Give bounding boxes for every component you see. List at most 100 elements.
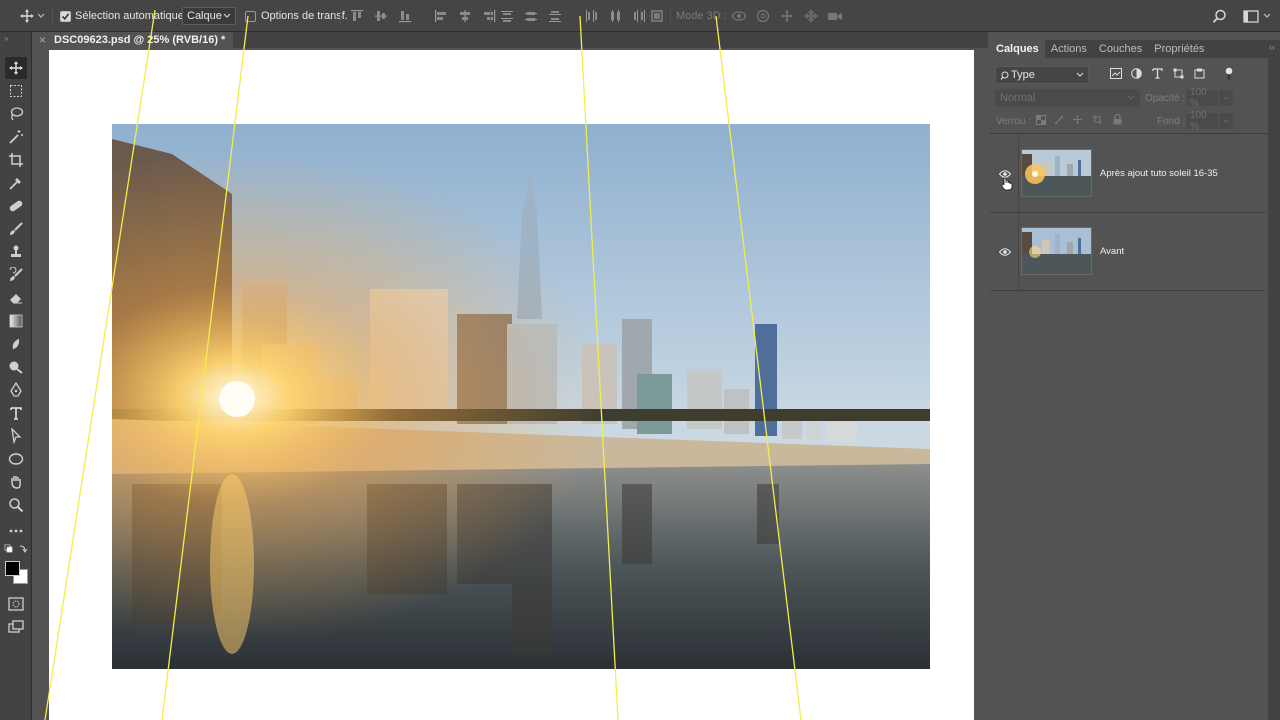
fill-field[interactable]: 100 %	[1186, 110, 1218, 132]
tool-eyedropper[interactable]	[5, 172, 27, 194]
tool-healing-brush[interactable]	[5, 195, 27, 217]
document-photo[interactable]	[112, 124, 930, 669]
tool-zoom[interactable]	[5, 494, 27, 516]
distribute-top-icon[interactable]	[498, 7, 516, 25]
lock-all-icon[interactable]	[1113, 113, 1122, 128]
lock-position-icon[interactable]	[1072, 114, 1083, 128]
align-right-icon[interactable]	[480, 7, 498, 25]
layer-name[interactable]: Avant	[1100, 246, 1124, 257]
transform-controls-checkbox[interactable]: Options de transf.	[245, 0, 348, 32]
eye-icon[interactable]	[998, 245, 1012, 259]
slide-3d-icon[interactable]	[802, 7, 820, 25]
opacity-label: Opacité :	[1145, 92, 1186, 104]
tool-type[interactable]	[5, 402, 27, 424]
canvas-area[interactable]	[33, 48, 988, 720]
lasso-icon	[10, 107, 24, 121]
tool-history-brush[interactable]	[5, 264, 27, 286]
filter-smart-object-icon[interactable]	[1194, 68, 1205, 82]
align-bottom-icon[interactable]	[396, 7, 414, 25]
lock-transparency-icon[interactable]	[1036, 114, 1046, 128]
auto-select-target-dropdown[interactable]: Calque	[182, 0, 236, 32]
filter-pixel-icon[interactable]	[1110, 68, 1122, 82]
lock-label: Verrou :	[996, 115, 1032, 127]
chevron-down-icon	[223, 13, 231, 18]
tool-gradient[interactable]	[5, 310, 27, 332]
blend-mode-dropdown[interactable]: Normal	[995, 89, 1140, 107]
document-tab[interactable]: × DSC09623.psd @ 25% (RVB/16) *	[33, 32, 233, 48]
opacity-field[interactable]: 100 %	[1186, 87, 1218, 109]
video-camera-icon[interactable]	[826, 7, 844, 25]
tool-dodge[interactable]	[5, 356, 27, 378]
tool-blur[interactable]	[5, 333, 27, 355]
distribute-buttons	[498, 0, 648, 32]
document-tab-bar: × DSC09623.psd @ 25% (RVB/16) *	[33, 32, 988, 48]
align-buttons	[348, 0, 498, 32]
close-tab-button[interactable]: ×	[39, 33, 46, 47]
roll-3d-icon[interactable]	[754, 7, 772, 25]
tool-crop[interactable]	[5, 149, 27, 171]
layer-filter-dropdown[interactable]: Type	[995, 66, 1089, 84]
toolbar-grip[interactable]: »	[4, 34, 28, 43]
orbit-3d-icon[interactable]	[730, 7, 748, 25]
tool-path-selection[interactable]	[5, 425, 27, 447]
layer-thumbnail[interactable]	[1021, 149, 1092, 197]
filter-type-icon[interactable]	[1152, 68, 1163, 82]
panel-divider	[990, 133, 1268, 134]
distribute-hcenter-icon[interactable]	[606, 7, 624, 25]
filter-shape-icon[interactable]	[1173, 68, 1184, 82]
mode-3d-tools	[730, 0, 844, 32]
distribute-left-icon[interactable]	[582, 7, 600, 25]
tab-proprietes[interactable]: Propriétés	[1148, 40, 1210, 58]
tool-brush[interactable]	[5, 218, 27, 240]
tool-quick-mask[interactable]	[5, 593, 27, 615]
panel-collapse-strip[interactable]: ‹‹	[1268, 40, 1280, 720]
color-swatches[interactable]	[4, 560, 30, 586]
eyedropper-icon	[9, 178, 21, 190]
tool-hand[interactable]	[5, 471, 27, 493]
tool-screen-mode[interactable]	[5, 616, 27, 638]
marquee-icon	[10, 85, 22, 97]
color-swap-controls[interactable]	[4, 544, 28, 556]
tab-calques[interactable]: Calques	[990, 40, 1045, 58]
workspace-switcher[interactable]	[1242, 0, 1271, 32]
foreground-color-swatch[interactable]	[5, 561, 20, 576]
filter-adjustment-icon[interactable]	[1131, 68, 1142, 82]
layer-thumbnail[interactable]	[1021, 227, 1092, 275]
tab-couches[interactable]: Couches	[1093, 40, 1148, 58]
tool-lasso[interactable]	[5, 103, 27, 125]
move-tool-preset[interactable]	[18, 0, 46, 32]
layer-name[interactable]: Après ajout tuto soleil 16-35	[1100, 168, 1218, 179]
layer-row[interactable]: Après ajout tuto soleil 16-35	[990, 135, 1266, 213]
distribute-right-icon[interactable]	[630, 7, 648, 25]
align-vcenter-icon[interactable]	[372, 7, 390, 25]
tool-move[interactable]	[5, 57, 27, 79]
hand-cursor-icon	[1001, 177, 1013, 194]
tab-actions[interactable]: Actions	[1045, 40, 1093, 58]
tool-eraser[interactable]	[5, 287, 27, 309]
magic-wand-icon	[9, 130, 23, 144]
layer-row[interactable]: Avant	[990, 213, 1266, 291]
filter-toggle-switch[interactable]	[1224, 67, 1234, 84]
lock-row: Verrou : Fond : 100 %	[990, 110, 1268, 132]
tool-pen[interactable]	[5, 379, 27, 401]
align-top-icon[interactable]	[348, 7, 366, 25]
tool-clone-stamp[interactable]	[5, 241, 27, 263]
tool-more[interactable]	[5, 520, 27, 542]
distribute-vcenter-icon[interactable]	[522, 7, 540, 25]
tool-ellipse[interactable]	[5, 448, 27, 470]
align-left-icon[interactable]	[432, 7, 450, 25]
fill-dropdown[interactable]	[1219, 113, 1233, 129]
search-button[interactable]	[1210, 0, 1228, 32]
tool-marquee[interactable]	[5, 80, 27, 102]
opacity-dropdown[interactable]	[1219, 90, 1233, 106]
tool-magic-wand[interactable]	[5, 126, 27, 148]
auto-align-button[interactable]	[648, 0, 666, 32]
auto-select-checkbox[interactable]: Sélection automatique :	[60, 0, 190, 32]
checkbox-unchecked-icon	[245, 10, 256, 22]
chevron-down-icon	[1223, 119, 1229, 123]
pan-3d-icon[interactable]	[778, 7, 796, 25]
align-hcenter-icon[interactable]	[456, 7, 474, 25]
lock-pixels-icon[interactable]	[1054, 115, 1064, 128]
distribute-bottom-icon[interactable]	[546, 7, 564, 25]
lock-artboard-icon[interactable]	[1092, 114, 1103, 128]
